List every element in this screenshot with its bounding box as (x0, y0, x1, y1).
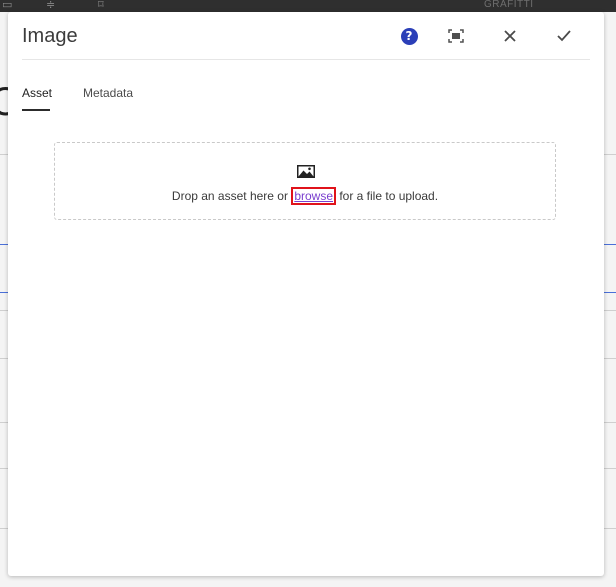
header-divider (22, 59, 590, 60)
fullscreen-button[interactable] (444, 24, 468, 48)
active-tab-indicator (22, 109, 50, 111)
close-button[interactable] (498, 24, 522, 48)
panel-icon: ▭ (2, 0, 13, 11)
help-button[interactable]: ? (397, 24, 421, 48)
help-icon: ? (400, 27, 418, 45)
tab-asset[interactable]: Asset (22, 86, 53, 111)
image-icon (297, 165, 315, 178)
checkmark-icon (557, 30, 571, 42)
dialog-header: Image ? (8, 12, 604, 60)
tab-asset-label: Asset (22, 86, 53, 100)
dialog-title: Image (22, 25, 78, 47)
background-label: GRAFITTI (484, 0, 534, 10)
fullscreen-icon (448, 29, 464, 43)
dropzone-text-after: for a file to upload. (336, 189, 439, 203)
close-icon (504, 30, 516, 42)
asset-dropzone[interactable]: Drop an asset here or browse for a file … (54, 142, 556, 220)
dropzone-instructions: Drop an asset here or browse for a file … (55, 187, 555, 205)
dropzone-text-before: Drop an asset here or (171, 189, 292, 203)
background-toolbar: ▭ ≑ ⌑ GRAFITTI (0, 0, 616, 12)
image-dialog: Image ? Asset Metadata Drop an asset her… (8, 12, 604, 576)
browse-link[interactable]: browse (291, 187, 336, 205)
tab-metadata-label: Metadata (83, 86, 134, 100)
tab-metadata[interactable]: Metadata (83, 86, 133, 100)
sliders-icon: ≑ (46, 0, 56, 11)
done-button[interactable] (552, 24, 576, 48)
layout-icon: ⌑ (98, 0, 104, 11)
